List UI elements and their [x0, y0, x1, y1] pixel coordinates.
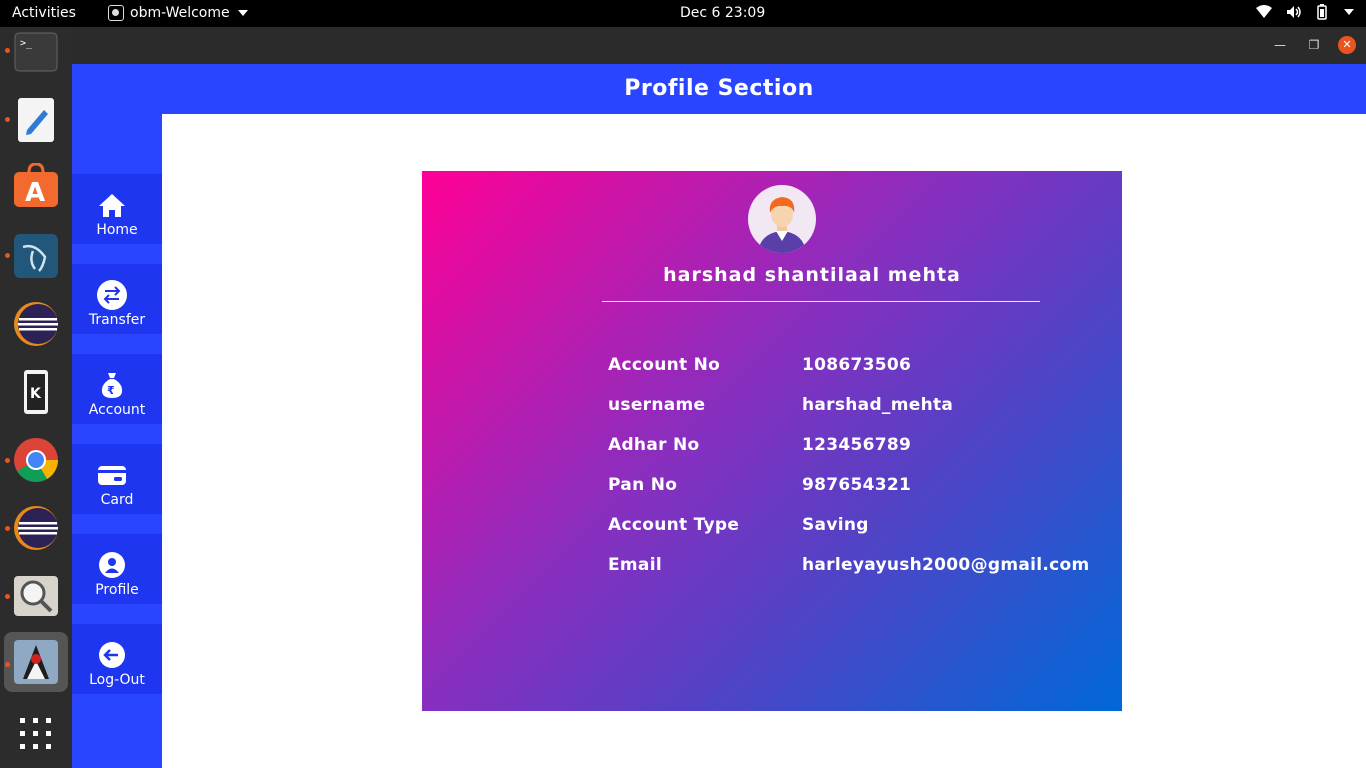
account-no-value: 108673506 [802, 355, 912, 375]
minimize-icon[interactable]: — [1271, 36, 1289, 54]
java-duke-icon[interactable] [13, 639, 59, 685]
home-icon [99, 194, 125, 217]
app-menu[interactable]: obm-Welcome [108, 5, 248, 21]
adhar-no-label: Adhar No [608, 435, 700, 455]
kde-app-icon[interactable]: K [13, 369, 59, 415]
system-tray[interactable] [1256, 4, 1354, 20]
avatar [748, 185, 816, 253]
application-dock: >_ A K [0, 27, 72, 768]
account-type-value: Saving [802, 515, 869, 535]
running-indicator [5, 48, 10, 53]
volume-icon [1287, 6, 1301, 18]
clock[interactable]: Dec 6 23:09 [680, 5, 765, 21]
svg-text:A: A [25, 178, 45, 208]
profile-icon [99, 552, 125, 578]
sidebar-item-transfer[interactable]: Transfer [72, 264, 162, 334]
maximize-icon[interactable]: ❐ [1305, 36, 1323, 54]
sidebar-item-label: Transfer [88, 312, 146, 328]
running-indicator [5, 594, 10, 599]
divider [602, 301, 1040, 302]
pan-no-value: 987654321 [802, 475, 912, 495]
svg-text:K: K [30, 386, 42, 402]
sidebar-item-label: Card [100, 492, 134, 508]
sidebar: Home Transfer ₹ Account Card Profile Log… [72, 114, 162, 768]
adhar-no-value: 123456789 [802, 435, 912, 455]
battery-icon [1317, 4, 1327, 20]
image-viewer-icon[interactable] [13, 573, 59, 619]
email-value: harleyayush2000@gmail.com [802, 555, 1090, 575]
close-icon[interactable]: ✕ [1338, 36, 1356, 54]
email-label: Email [608, 555, 662, 575]
software-center-icon[interactable]: A [13, 162, 59, 209]
sidebar-item-label: Account [88, 402, 146, 418]
page-title: Profile Section [72, 64, 1366, 114]
running-indicator [5, 662, 10, 667]
sidebar-item-profile[interactable]: Profile [72, 534, 162, 604]
profile-card: harshad shantilaal mehta Account No 1086… [422, 171, 1122, 711]
username-value: harshad_mehta [802, 395, 954, 415]
profile-name: harshad shantilaal mehta [663, 264, 961, 286]
wifi-icon [1256, 5, 1272, 18]
card-icon [98, 466, 126, 485]
running-indicator [5, 458, 10, 463]
sidebar-item-label: Profile [95, 582, 139, 598]
money-bag-icon: ₹ [101, 373, 123, 398]
app-menu-label: obm-Welcome [130, 5, 230, 21]
sidebar-item-logout[interactable]: Log-Out [72, 624, 162, 694]
account-type-label: Account Type [608, 515, 740, 535]
eclipse-icon[interactable] [13, 301, 59, 347]
svg-text:>_: >_ [20, 38, 33, 49]
running-indicator [5, 117, 10, 122]
sidebar-item-card[interactable]: Card [72, 444, 162, 514]
sidebar-item-label: Log-Out [89, 672, 145, 688]
eclipse-icon[interactable] [13, 505, 59, 551]
running-indicator [5, 526, 10, 531]
window-titlebar[interactable]: — ❐ ✕ [72, 27, 1366, 64]
mysql-workbench-icon[interactable] [13, 233, 59, 279]
activities-button[interactable]: Activities [12, 5, 76, 21]
system-menu-chevron-icon [1344, 9, 1354, 15]
chrome-icon[interactable] [13, 437, 59, 483]
sidebar-item-home[interactable]: Home [72, 174, 162, 244]
sidebar-item-account[interactable]: ₹ Account [72, 354, 162, 424]
svg-text:₹: ₹ [107, 384, 115, 397]
username-label: username [608, 395, 706, 415]
app-grid-icon[interactable] [13, 711, 59, 757]
pan-no-label: Pan No [608, 475, 678, 495]
text-editor-icon[interactable] [13, 97, 59, 143]
chevron-down-icon [237, 10, 248, 16]
account-no-label: Account No [608, 355, 721, 375]
sidebar-item-label: Home [96, 222, 138, 238]
system-top-bar: Activities obm-Welcome Dec 6 23:09 [0, 0, 1366, 27]
app-icon [108, 5, 124, 21]
terminal-icon[interactable]: >_ [13, 29, 59, 75]
running-indicator [5, 253, 10, 258]
avatar-icon [758, 197, 806, 253]
transfer-icon [97, 280, 127, 310]
logout-icon [99, 642, 125, 668]
